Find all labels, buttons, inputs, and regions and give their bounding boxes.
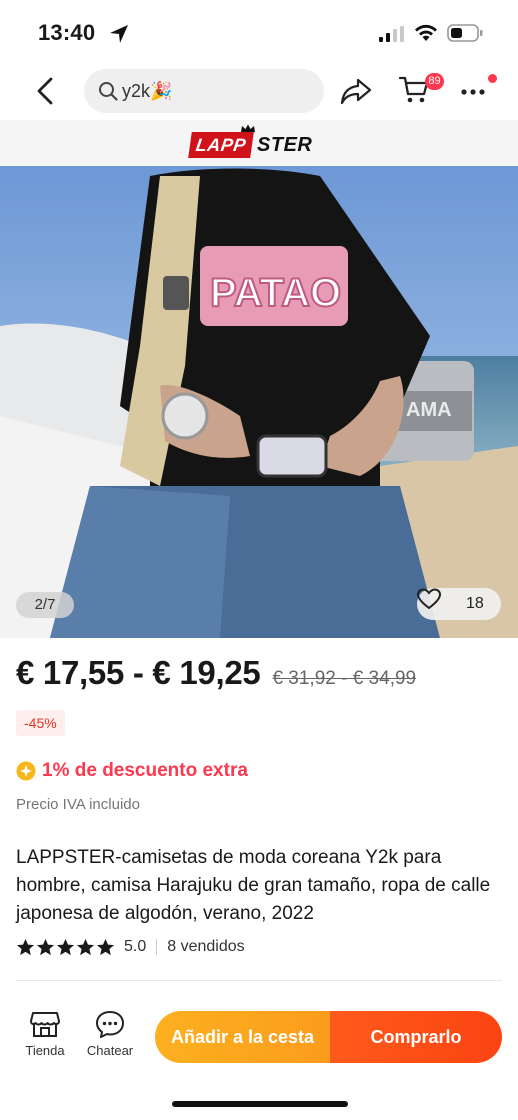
product-image[interactable]: AMA PATAO 2/7 18 xyxy=(0,166,518,638)
store-logo: LAPP STER xyxy=(188,124,313,158)
boat-text: AMA xyxy=(406,399,452,421)
rating-separator xyxy=(156,939,158,955)
price-row: € 17,55 - € 19,25 € 31,92 - € 34,99 xyxy=(16,654,416,698)
extra-discount-label: 1% de descuento extra xyxy=(42,760,248,781)
cart-badge: 89 xyxy=(425,73,444,90)
search-icon xyxy=(99,82,118,101)
star-icon xyxy=(76,938,95,955)
rating-row[interactable]: 5.0 8 vendidos xyxy=(16,936,245,958)
buy-now-button[interactable]: Comprarlo xyxy=(330,1011,502,1063)
chat-tab-label: Chatear xyxy=(86,1043,134,1058)
chat-tab-button[interactable]: Chatear xyxy=(80,1009,140,1058)
search-value: y2k🎉 xyxy=(122,81,173,101)
status-time: 13:40 xyxy=(38,20,96,45)
top-nav-bar: y2k🎉 89 xyxy=(0,62,518,120)
sold-count: 8 vendidos xyxy=(167,938,245,955)
store-tab-button[interactable]: Tienda xyxy=(20,1009,70,1058)
back-chevron-icon[interactable] xyxy=(34,76,56,106)
star-icon xyxy=(96,938,115,955)
coin-icon xyxy=(16,761,36,781)
store-tab-label: Tienda xyxy=(25,1043,65,1058)
wifi-icon xyxy=(415,24,437,41)
star-icon xyxy=(56,938,75,955)
cellular-signal-icon xyxy=(379,26,404,42)
divider xyxy=(16,980,502,981)
chat-bubble-icon xyxy=(96,1011,124,1038)
original-price: € 31,92 - € 34,99 xyxy=(272,668,417,689)
rating-stars xyxy=(16,938,116,957)
battery-icon xyxy=(447,24,483,42)
vat-note: Precio IVA incluido xyxy=(16,796,140,813)
logo-text-red: LAPP xyxy=(188,132,254,158)
wishlist-button[interactable]: 18 xyxy=(417,588,501,620)
store-banner[interactable]: LAPP STER xyxy=(0,120,518,166)
store-icon xyxy=(30,1012,60,1037)
more-options-icon[interactable] xyxy=(460,88,486,96)
shirt-print-text: PATAO xyxy=(210,271,341,315)
logo-text-black: STER xyxy=(257,133,313,156)
home-indicator xyxy=(172,1101,348,1107)
star-icon xyxy=(36,938,55,955)
status-bar: 13:40 xyxy=(0,0,518,62)
product-photo-illustration: AMA PATAO xyxy=(0,166,518,638)
wishlist-count: 18 xyxy=(466,595,484,612)
rating-value: 5.0 xyxy=(124,938,147,955)
search-input[interactable]: y2k🎉 xyxy=(84,69,324,113)
extra-discount-row[interactable]: 1% de descuento extra xyxy=(16,758,248,784)
star-icon xyxy=(16,938,35,955)
discount-badge: -45% xyxy=(16,710,65,736)
heart-icon xyxy=(417,588,441,610)
notification-dot xyxy=(488,74,497,83)
share-icon[interactable] xyxy=(340,77,372,105)
product-title: LAPPSTER-camisetas de moda coreana Y2k p… xyxy=(16,847,491,924)
location-arrow-icon xyxy=(110,25,128,43)
price-range: € 17,55 - € 19,25 xyxy=(16,654,261,691)
add-to-cart-button[interactable]: Añadir a la cesta xyxy=(155,1011,330,1063)
image-counter: 2/7 xyxy=(16,592,74,618)
